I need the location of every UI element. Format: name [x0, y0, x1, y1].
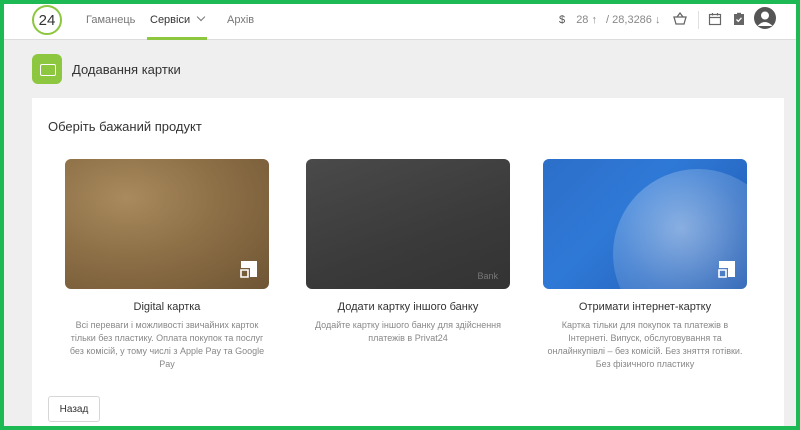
tasks-icon[interactable]	[732, 12, 746, 26]
card-bank-label: Bank	[477, 271, 498, 281]
calendar-icon[interactable]	[708, 12, 722, 26]
product-digital-card[interactable]: Digital картка Всі переваги і можливості…	[62, 159, 272, 371]
product-other-bank-card[interactable]: Bank Додати картку іншого банку Додайте …	[303, 159, 513, 345]
nav-archive[interactable]: Архів	[227, 14, 254, 26]
avatar-icon[interactable]	[754, 7, 776, 29]
product-title: Додати картку іншого банку	[337, 301, 479, 313]
nav-services[interactable]: Сервіси	[150, 12, 206, 26]
product-panel: Оберіть бажаний продукт Digital картка В…	[32, 98, 784, 426]
product-title: Digital картка	[133, 301, 201, 313]
page-title: Додавання картки	[72, 62, 181, 77]
digital-card-image[interactable]	[65, 159, 269, 289]
nav-wallet[interactable]: Гаманець	[86, 14, 135, 26]
product-description: Картка тільки для покупок та платежів в …	[547, 320, 743, 369]
currency-symbol: $	[559, 14, 566, 26]
other-bank-card-image[interactable]: Bank	[306, 159, 510, 289]
privat24-logo[interactable]: 24	[32, 5, 62, 35]
app-frame: 24 Гаманець Сервіси Архів $ 28 ↑ / 28,32…	[4, 4, 796, 426]
header-divider	[698, 11, 699, 29]
privatbank-logo-icon	[718, 261, 735, 278]
rate-sell: / 28,3286 ↓	[606, 14, 661, 26]
nav-services-label: Сервіси	[150, 14, 191, 26]
card-section-icon	[32, 54, 62, 84]
product-description: Додайте картку іншого банку для здійснен…	[314, 320, 502, 343]
product-description: Всі переваги і можливості звичайних карт…	[69, 320, 265, 369]
nav-active-indicator	[147, 37, 207, 40]
basket-icon[interactable]	[673, 12, 687, 26]
top-header: 24 Гаманець Сервіси Архів $ 28 ↑ / 28,32…	[4, 4, 796, 40]
currency-rates: $ 28 ↑ / 28,3286 ↓	[559, 14, 660, 26]
rate-buy: 28 ↑	[576, 14, 597, 26]
internet-card-image[interactable]	[543, 159, 747, 289]
product-internet-card[interactable]: Отримати інтернет-картку Картка тільки д…	[540, 159, 750, 371]
back-button[interactable]: Назад	[48, 396, 100, 422]
product-title: Отримати інтернет-картку	[578, 301, 712, 313]
privatbank-logo-icon	[240, 261, 257, 278]
panel-heading: Оберіть бажаний продукт	[48, 119, 202, 134]
chevron-down-icon	[196, 12, 206, 22]
